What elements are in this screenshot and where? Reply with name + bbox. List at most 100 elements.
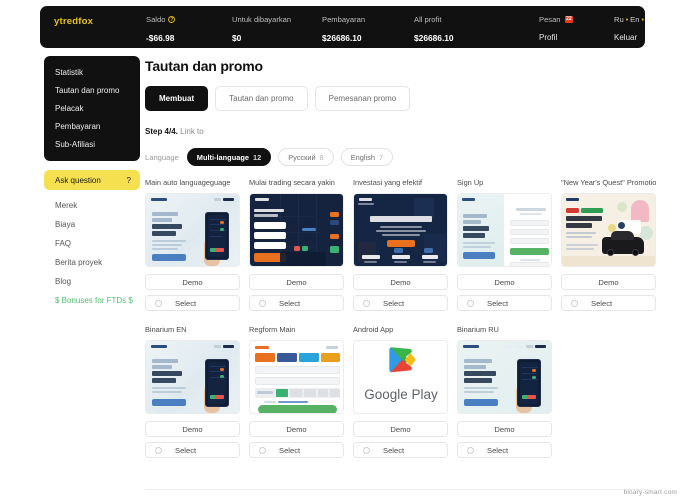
- select-label: Select: [487, 298, 509, 308]
- banner-card: Binarium RU Demo Select: [457, 325, 552, 458]
- select-label: Select: [487, 445, 509, 455]
- banner-art-signup-split: [458, 194, 551, 266]
- language-filter-label: Language: [145, 152, 179, 162]
- lang-ru[interactable]: Ru: [614, 15, 624, 24]
- select-button[interactable]: Select: [145, 295, 240, 311]
- banner-title: Sign Up: [457, 178, 484, 187]
- radio-icon[interactable]: [363, 299, 370, 307]
- sidebar-item-pelacak[interactable]: Pelacak: [44, 99, 140, 117]
- pill-english-label: English: [350, 152, 375, 162]
- lang-en[interactable]: En: [630, 15, 639, 24]
- demo-button[interactable]: Demo: [145, 274, 240, 290]
- demo-button[interactable]: Demo: [353, 421, 448, 437]
- radio-icon[interactable]: [467, 446, 474, 454]
- banner-title: Main auto languageguage: [145, 178, 231, 187]
- radio-icon[interactable]: [155, 446, 162, 454]
- sidebar-item-bonuses-for-ftds[interactable]: $ Bonuses for FTDs $: [44, 291, 140, 310]
- demo-button[interactable]: Demo: [457, 274, 552, 290]
- pill-russian-label: Русский: [288, 152, 316, 162]
- pill-multi-language-count: 12: [252, 152, 262, 162]
- radio-icon[interactable]: [467, 299, 474, 307]
- step-description: Link to: [180, 127, 204, 136]
- select-button[interactable]: Select: [353, 442, 448, 458]
- brand-logo[interactable]: ytredfox: [54, 16, 146, 27]
- banner-thumbnail[interactable]: [145, 193, 240, 267]
- messages-link[interactable]: Pesan 22: [539, 15, 614, 24]
- profile-link[interactable]: Profil: [539, 33, 614, 42]
- demo-button[interactable]: Demo: [353, 274, 448, 290]
- banner-thumbnail[interactable]: Google Play: [353, 340, 448, 414]
- demo-button[interactable]: Demo: [145, 421, 240, 437]
- sidebar-item-blog[interactable]: Blog: [44, 272, 140, 291]
- select-button[interactable]: Select: [249, 442, 344, 458]
- sidebar-item-pembayaran[interactable]: Pembayaran: [44, 117, 140, 135]
- language-filter-row: Language Multi-language 12 Русский 8 Engli…: [145, 148, 650, 166]
- stat-pembayaran-label: Pembayaran: [322, 15, 366, 24]
- stat-unpaid-label: Untuk dibayarkan: [232, 15, 292, 24]
- pill-russian-count: 8: [319, 152, 324, 162]
- pill-english[interactable]: English 7: [340, 148, 394, 166]
- sidebar-item-berita-proyek[interactable]: Berita proyek: [44, 253, 140, 272]
- select-label: Select: [279, 298, 301, 308]
- lang-id[interactable]: Id: [646, 15, 653, 24]
- pill-english-count: 7: [379, 152, 384, 162]
- select-button[interactable]: Select: [353, 295, 448, 311]
- tab-membuat[interactable]: Membuat: [145, 86, 209, 111]
- watermark: binary-smart.com: [623, 489, 677, 496]
- bottom-divider: [145, 489, 650, 490]
- select-label: Select: [383, 445, 405, 455]
- demo-button[interactable]: Demo: [457, 421, 552, 437]
- sidebar-item-tautan-dan-promo[interactable]: Tautan dan promo: [44, 81, 140, 99]
- select-button[interactable]: Select: [249, 295, 344, 311]
- sidebar-item-statistik[interactable]: Statistik: [44, 63, 140, 81]
- banner-thumbnail[interactable]: [249, 193, 344, 267]
- banner-thumbnail[interactable]: [249, 340, 344, 414]
- radio-icon[interactable]: [571, 299, 578, 307]
- select-button[interactable]: Select: [145, 442, 240, 458]
- select-button[interactable]: Select: [457, 442, 552, 458]
- banner-thumbnail[interactable]: [145, 340, 240, 414]
- banner-thumbnail[interactable]: [353, 193, 448, 267]
- banner-thumbnail[interactable]: [457, 340, 552, 414]
- banner-thumbnail[interactable]: [457, 193, 552, 267]
- stat-pembayaran-value: $26686.10: [322, 33, 362, 43]
- sidebar-secondary-nav: Merek Biaya FAQ Berita proyek Blog $ Bon…: [44, 196, 140, 310]
- banner-card: Investasi yang efektif Demo Select: [353, 178, 448, 311]
- select-button[interactable]: Select: [561, 295, 656, 311]
- stat-untuk-dibayarkan: Untuk dibayarkan $0: [232, 12, 322, 43]
- tab-tautan-dan-promo[interactable]: Tautan dan promo: [215, 86, 308, 111]
- banner-card: Mulai trading secara yakin Demo Select: [249, 178, 344, 311]
- banner-card: Android App Google Play Demo Select: [353, 325, 448, 458]
- tab-pemesanan-promo[interactable]: Pemesanan promo: [314, 86, 411, 111]
- sidebar-item-faq[interactable]: FAQ: [44, 234, 140, 253]
- demo-button[interactable]: Demo: [249, 274, 344, 290]
- help-icon[interactable]: ?: [168, 16, 176, 23]
- sidebar-item-sub-afiliasi[interactable]: Sub-Afiliasi: [44, 135, 140, 153]
- select-label: Select: [175, 445, 197, 455]
- demo-button[interactable]: Demo: [561, 274, 656, 290]
- sidebar-primary-nav: Statistik Tautan dan promo Pelacak Pemba…: [44, 56, 140, 161]
- radio-icon[interactable]: [259, 446, 266, 454]
- sidebar-item-merek[interactable]: Merek: [44, 196, 140, 215]
- radio-icon[interactable]: [155, 299, 162, 307]
- logout-link[interactable]: Keluar: [614, 33, 653, 42]
- radio-icon[interactable]: [259, 299, 266, 307]
- ask-question-button[interactable]: Ask question ?: [44, 170, 140, 190]
- select-button[interactable]: Select: [457, 295, 552, 311]
- banner-card: "New Year's Quest" Promotion Demo Select: [561, 178, 656, 311]
- lang-separator-2: •: [641, 17, 644, 24]
- pill-russian[interactable]: Русский 8: [278, 148, 334, 166]
- banner-card: Sign Up Demo Select: [457, 178, 552, 311]
- messages-badge: 22: [564, 16, 574, 23]
- radio-icon[interactable]: [363, 446, 370, 454]
- page-title: Tautan dan promo: [145, 58, 263, 74]
- stat-saldo: Saldo ? -$66.98: [146, 12, 232, 43]
- banner-art-newyear-car: [562, 194, 655, 266]
- banner-title: Regform Main: [249, 325, 296, 334]
- sidebar-item-biaya[interactable]: Biaya: [44, 215, 140, 234]
- pill-multi-language[interactable]: Multi-language 12: [186, 148, 272, 166]
- banner-thumbnail[interactable]: [561, 193, 656, 267]
- demo-button[interactable]: Demo: [249, 421, 344, 437]
- banner-art-main-phone: [146, 341, 239, 413]
- messages-label: Pesan: [539, 15, 561, 24]
